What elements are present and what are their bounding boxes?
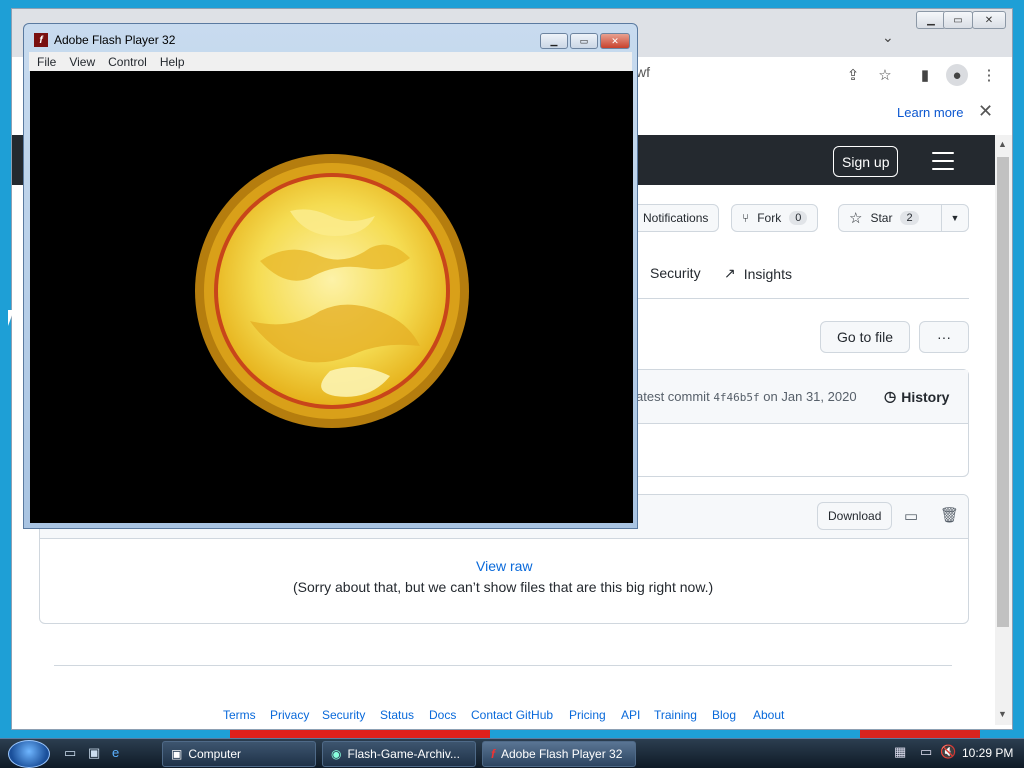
side-panel-icon[interactable]: ▮ [914, 64, 936, 86]
footer-link-privacy[interactable]: Privacy [270, 708, 309, 722]
footer-link-docs[interactable]: Docs [429, 708, 456, 722]
window-switcher-icon[interactable]: ▣ [88, 745, 104, 761]
more-options-button[interactable]: ··· [919, 321, 969, 353]
trash-icon[interactable]: 🗑 [940, 506, 959, 524]
star-icon: ☆ [849, 210, 863, 227]
flash-stage[interactable] [30, 71, 633, 523]
taskbar-item-chrome[interactable]: ◉ Flash-Game-Archiv... [322, 741, 476, 767]
start-button[interactable] [8, 740, 50, 768]
footer-link-terms[interactable]: Terms [223, 708, 256, 722]
fork-count: 0 [789, 211, 808, 225]
browser-close-button[interactable]: ✕ [972, 11, 1006, 29]
notifications-button[interactable]: Notifications [632, 204, 720, 232]
latest-commit-info: atest commit 4f46b5f on Jan 31, 2020 [636, 389, 857, 404]
flash-player-app-icon: f [34, 33, 48, 47]
tab-insights-label: Insights [743, 265, 792, 282]
footer-link-status[interactable]: Status [380, 708, 414, 722]
sun-animation [195, 154, 469, 428]
browser-maximize-button[interactable]: ▭ [943, 11, 973, 29]
footer-link-contact[interactable]: Contact GitHub [471, 708, 553, 722]
star-button[interactable]: ☆ Star 2 [838, 204, 942, 232]
profile-avatar-icon[interactable]: ● [946, 64, 968, 86]
browser-minimize-button[interactable]: ▁ [916, 11, 946, 29]
download-button[interactable]: Download [817, 502, 893, 530]
file-too-big-message: (Sorry about that, but we can’t show fil… [293, 579, 714, 595]
desktop-display-icon[interactable]: ▭ [904, 507, 918, 525]
tab-search-chevron-icon[interactable]: ⌄ [882, 29, 894, 46]
star-dropdown-chevron-icon[interactable]: ▼ [941, 204, 969, 232]
taskbar-item-label: Computer [188, 747, 242, 761]
footer-link-security[interactable]: Security [322, 708, 365, 722]
scrollbar-thumb[interactable] [997, 157, 1009, 627]
chrome-icon: ◉ [331, 747, 342, 761]
footer-link-training[interactable]: Training [654, 708, 697, 722]
fork-icon: ⑂ [742, 211, 750, 225]
chrome-menu-icon[interactable]: ⋮ [978, 64, 1000, 86]
view-raw-link[interactable]: View raw [476, 558, 533, 574]
footer-link-api[interactable]: API [621, 708, 640, 722]
scroll-down-arrow-icon[interactable]: ▼ [998, 709, 1007, 719]
computer-icon: ▣ [171, 747, 183, 761]
notifications-label: Notifications [643, 211, 709, 225]
flash-maximize-button[interactable]: ▭ [570, 33, 598, 49]
taskbar-item-label: Adobe Flash Player 32 [501, 747, 623, 761]
sign-up-button[interactable]: Sign up [833, 146, 899, 177]
network-icon[interactable]: ▦ [894, 744, 906, 760]
go-to-file-button[interactable]: Go to file [820, 321, 911, 353]
taskbar-item-flash-player[interactable]: f Adobe Flash Player 32 [482, 741, 636, 767]
display-icon[interactable]: ▭ [920, 744, 932, 760]
scroll-up-arrow-icon[interactable]: ▲ [998, 139, 1007, 149]
tab-insights[interactable]: ↗ Insights [724, 265, 792, 282]
menu-view[interactable]: View [69, 55, 95, 69]
show-desktop-icon[interactable]: ▭ [64, 745, 80, 761]
flash-minimize-button[interactable]: ▁ [540, 33, 568, 49]
menu-control[interactable]: Control [108, 55, 147, 69]
footer-link-blog[interactable]: Blog [712, 708, 736, 722]
flash-close-button[interactable]: ✕ [600, 33, 630, 49]
hamburger-menu-icon[interactable] [932, 152, 954, 176]
taskbar-item-label: Flash-Game-Archiv... [347, 747, 460, 761]
learn-more-link[interactable]: Learn more [897, 105, 963, 120]
taskbar-item-computer[interactable]: ▣ Computer [162, 741, 316, 767]
footer-link-about[interactable]: About [753, 708, 784, 722]
tab-security-label: Security [650, 265, 701, 281]
volume-muted-icon[interactable]: 🔇 [940, 744, 956, 760]
mouse-cursor-icon [8, 310, 14, 326]
menu-file[interactable]: File [37, 55, 56, 69]
history-label: History [901, 388, 950, 405]
url-text[interactable]: wf [636, 64, 650, 80]
taskbar-clock[interactable]: 10:29 PM [962, 746, 1013, 760]
footer-link-pricing[interactable]: Pricing [569, 708, 606, 722]
flash-icon: f [491, 747, 495, 761]
star-label: Star [870, 211, 893, 225]
menu-help[interactable]: Help [160, 55, 185, 69]
share-icon[interactable]: ⇪ [842, 64, 864, 86]
divider [592, 298, 969, 299]
flash-menu-bar: File View Control Help [29, 52, 632, 71]
commit-hash-link[interactable]: 4f46b5f [713, 391, 759, 404]
tab-security[interactable]: Security [650, 265, 701, 281]
latest-commit-label: atest commit [636, 389, 710, 404]
star-count: 2 [900, 211, 919, 225]
footer-divider [54, 665, 952, 666]
history-link[interactable]: ◷ History [884, 388, 949, 405]
internet-explorer-icon[interactable]: e [112, 745, 128, 761]
fork-button[interactable]: ⑂ Fork 0 [731, 204, 819, 232]
history-clock-icon: ◷ [884, 388, 897, 404]
graph-icon: ↗ [724, 265, 736, 281]
flash-window-title: Adobe Flash Player 32 [54, 33, 176, 47]
close-icon[interactable]: ✕ [978, 101, 993, 122]
fork-label: Fork [757, 211, 782, 225]
commit-date: on Jan 31, 2020 [763, 389, 857, 404]
bookmark-star-icon[interactable]: ☆ [874, 64, 896, 86]
flash-player-window[interactable]: f Adobe Flash Player 32 ▁ ▭ ✕ File View … [23, 23, 638, 529]
